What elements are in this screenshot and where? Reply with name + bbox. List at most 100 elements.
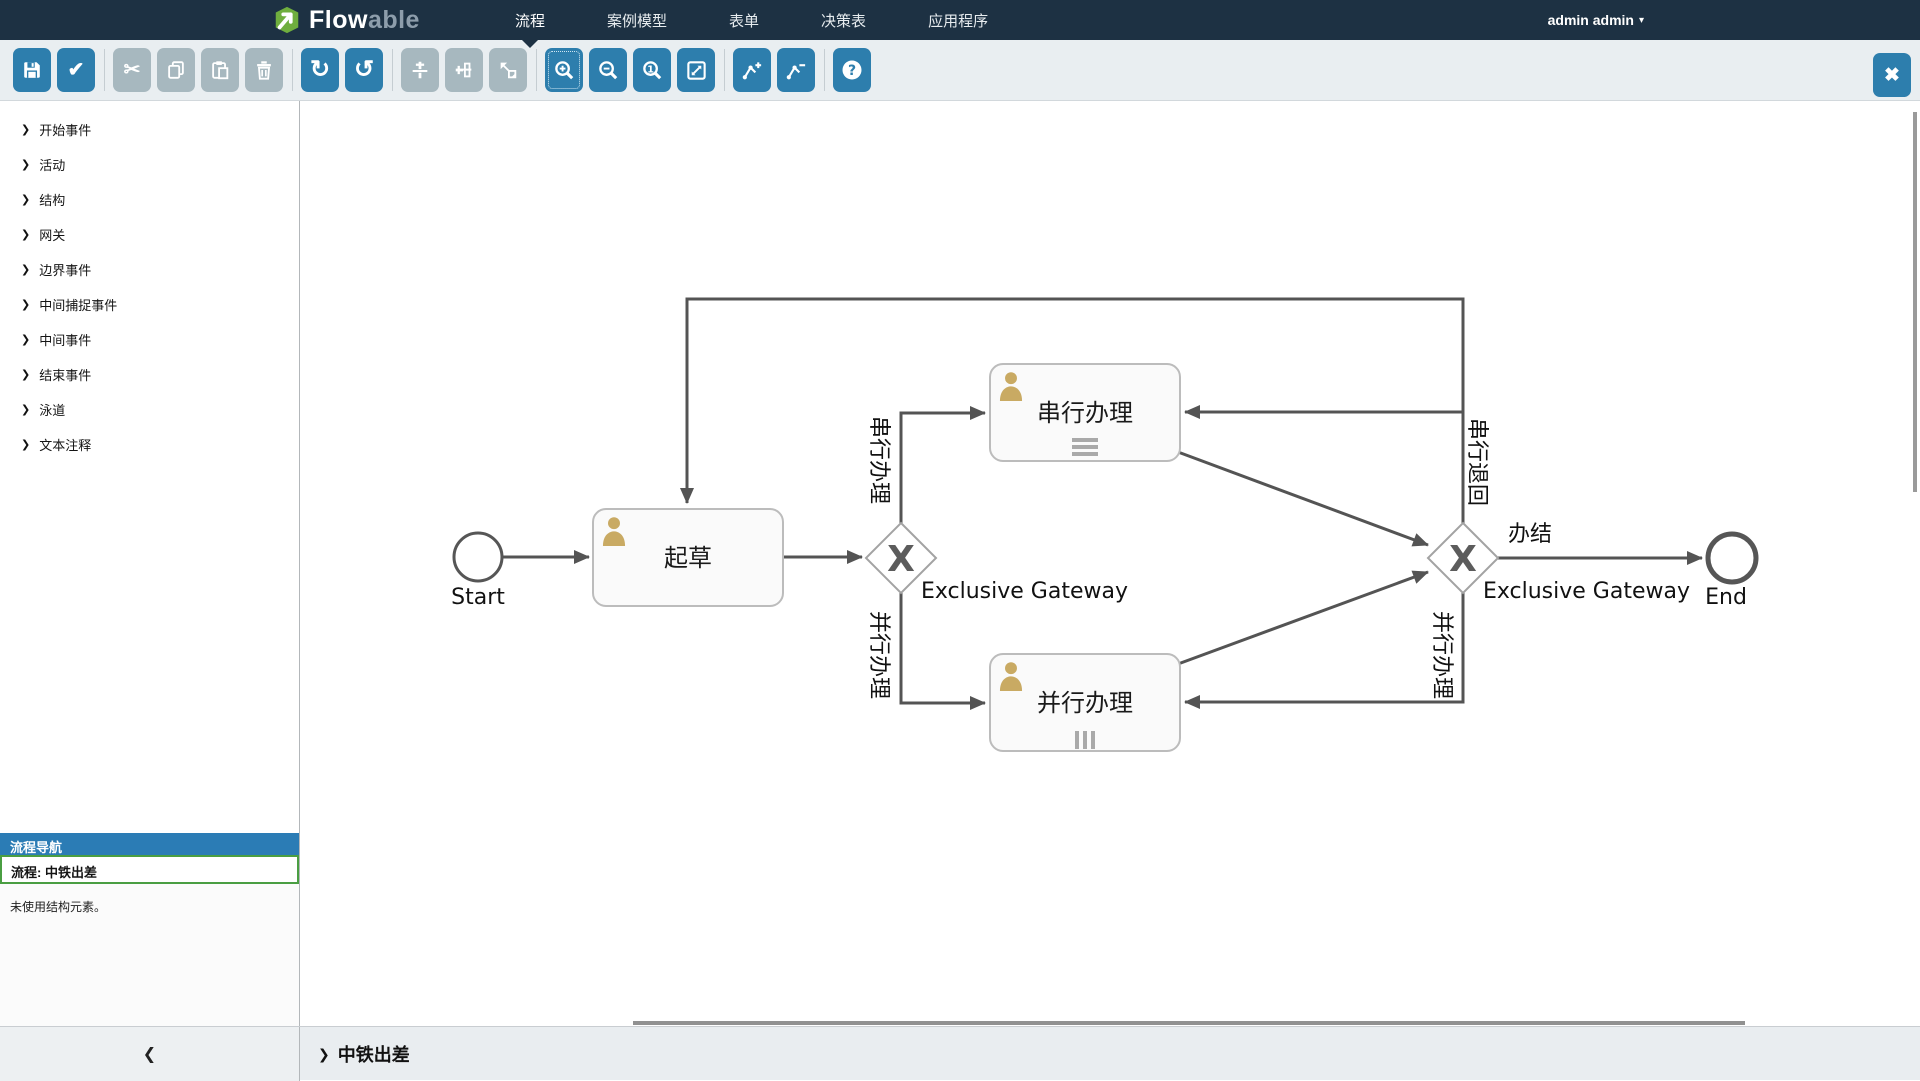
flow-gateway1-to-parallel[interactable] (901, 593, 985, 703)
cut-button[interactable]: ✂ (113, 48, 151, 92)
align-horizontal-icon (453, 59, 475, 81)
fit-screen-button[interactable] (677, 48, 715, 92)
chevron-right-icon: ❯ (21, 228, 30, 241)
toolbar-separator (824, 49, 825, 91)
gateway-x-icon: X (1449, 539, 1477, 580)
edge-label-serial-return: 串行退回 (1464, 418, 1489, 506)
scissors-icon: ✂ (124, 60, 141, 80)
close-icon: ✖ (1884, 66, 1900, 85)
stencil-palette: ❯开始事件 ❯活动 ❯结构 ❯网关 ❯边界事件 ❯中间捕捉事件 ❯中间事件 ❯结… (0, 101, 299, 462)
fit-screen-icon (685, 59, 708, 82)
svg-text:?: ? (848, 63, 856, 79)
help-button[interactable]: ? (833, 48, 871, 92)
gateway-x-icon: X (887, 539, 915, 580)
active-tab-caret (522, 40, 538, 48)
end-event[interactable] (1708, 534, 1756, 582)
copy-button[interactable] (157, 48, 195, 92)
flow-gateway1-to-serial[interactable] (901, 413, 985, 523)
tab-apps[interactable]: 应用程序 (928, 10, 988, 31)
palette-group-boundary-events[interactable]: ❯边界事件 (0, 252, 299, 287)
add-bendpoint-button[interactable] (733, 48, 771, 92)
edge-label-to-parallel: 并行办理 (866, 611, 891, 699)
gateway-1-label: Exclusive Gateway (921, 579, 1128, 604)
top-navbar: Flowable 流程 案例模型 表单 决策表 应用程序 admin admin… (0, 0, 1920, 40)
check-icon: ✔ (68, 60, 85, 80)
tab-process[interactable]: 流程 (515, 10, 545, 31)
horizontal-scrollbar[interactable] (633, 1021, 1745, 1025)
palette-group-end-events[interactable]: ❯结束事件 (0, 357, 299, 392)
flowable-logo[interactable]: Flowable (272, 5, 420, 35)
toolbar-separator (104, 49, 105, 91)
bottom-bar: ❮ ❯ 中铁出差 (0, 1026, 1920, 1080)
remove-bendpoint-icon (785, 59, 808, 82)
tab-decision-table[interactable]: 决策表 (821, 10, 866, 31)
palette-group-intermediate-events[interactable]: ❯中间事件 (0, 322, 299, 357)
chevron-right-icon: ❯ (21, 368, 30, 381)
palette-group-intermediate-catching-events[interactable]: ❯中间捕捉事件 (0, 287, 299, 322)
svg-text:1: 1 (647, 64, 654, 75)
navigator-empty-note: 未使用结构元素。 (0, 884, 299, 929)
palette-group-gateways[interactable]: ❯网关 (0, 217, 299, 252)
user-menu[interactable]: admin admin ▾ (1548, 0, 1644, 40)
palette-group-swimlanes[interactable]: ❯泳道 (0, 392, 299, 427)
paste-button[interactable] (201, 48, 239, 92)
undo-icon: ↺ (354, 58, 374, 82)
align-vertical-button[interactable] (401, 48, 439, 92)
chevron-right-icon: ❯ (21, 193, 30, 206)
chevron-right-icon: ❯ (21, 438, 30, 451)
palette-group-annotations[interactable]: ❯文本注释 (0, 427, 299, 462)
flow-gateway2-to-serial-return[interactable] (1185, 412, 1463, 450)
palette-group-start-events[interactable]: ❯开始事件 (0, 112, 299, 147)
main-nav-tabs: 流程 案例模型 表单 决策表 应用程序 (515, 0, 988, 40)
save-icon (21, 59, 43, 81)
navigator-current-process[interactable]: 流程: 中铁出差 (0, 855, 299, 884)
trash-icon (253, 59, 275, 81)
palette-sidebar: ❯开始事件 ❯活动 ❯结构 ❯网关 ❯边界事件 ❯中间捕捉事件 ❯中间事件 ❯结… (0, 101, 300, 1026)
editor-toolbar: ✔ ✂ ↻ ↺ (0, 40, 1920, 101)
chevron-right-icon: ❯ (21, 298, 30, 311)
align-vertical-icon (409, 59, 431, 81)
toolbar-separator (392, 49, 393, 91)
vertical-scrollbar[interactable] (1913, 112, 1917, 492)
redo-button[interactable]: ↻ (301, 48, 339, 92)
flowable-logo-icon (272, 5, 302, 35)
tab-form[interactable]: 表单 (729, 10, 759, 31)
undo-button[interactable]: ↺ (345, 48, 383, 92)
chevron-right-icon: ❯ (21, 123, 30, 136)
flow-serial-to-gateway2[interactable] (1178, 452, 1428, 545)
toolbar-separator (724, 49, 725, 91)
remove-bendpoint-button[interactable] (777, 48, 815, 92)
same-size-icon (497, 59, 519, 81)
close-editor-button[interactable]: ✖ (1873, 53, 1911, 97)
zoom-in-button[interactable] (545, 48, 583, 92)
diagram-canvas[interactable]: 串行办理 并行办理 串行退回 并行办理 办结 Start 起草 串行办理 并行办… (301, 101, 1920, 1026)
process-breadcrumb[interactable]: ❯ 中铁出差 (318, 1027, 410, 1081)
bpmn-diagram: 串行办理 并行办理 串行退回 并行办理 办结 Start 起草 串行办理 并行办… (301, 101, 1920, 1026)
redo-icon: ↻ (310, 58, 330, 82)
zoom-out-button[interactable] (589, 48, 627, 92)
chevron-right-icon: ❯ (21, 158, 30, 171)
start-event-label: Start (451, 585, 505, 610)
zoom-actual-button[interactable]: 1 (633, 48, 671, 92)
zoom-actual-icon: 1 (641, 59, 664, 82)
process-title: 中铁出差 (338, 1041, 410, 1067)
caret-down-icon: ▾ (1639, 15, 1644, 26)
validate-button[interactable]: ✔ (57, 48, 95, 92)
tab-case-model[interactable]: 案例模型 (607, 10, 667, 31)
align-horizontal-button[interactable] (445, 48, 483, 92)
collapse-sidebar-icon[interactable]: ❮ (143, 1044, 156, 1064)
toolbar-separator (536, 49, 537, 91)
user-name: admin admin (1548, 12, 1634, 28)
save-button[interactable] (13, 48, 51, 92)
gateway-2-label: Exclusive Gateway (1483, 579, 1690, 604)
flow-parallel-to-gateway2[interactable] (1178, 572, 1428, 664)
same-size-button[interactable] (489, 48, 527, 92)
delete-button[interactable] (245, 48, 283, 92)
task-serial-label: 串行办理 (1037, 399, 1133, 427)
edge-label-parallel-return: 并行办理 (1429, 611, 1454, 699)
palette-group-activities[interactable]: ❯活动 (0, 147, 299, 182)
start-event[interactable] (454, 533, 502, 581)
edge-label-finish: 办结 (1508, 522, 1552, 547)
zoom-out-icon (597, 59, 620, 82)
palette-group-structural[interactable]: ❯结构 (0, 182, 299, 217)
